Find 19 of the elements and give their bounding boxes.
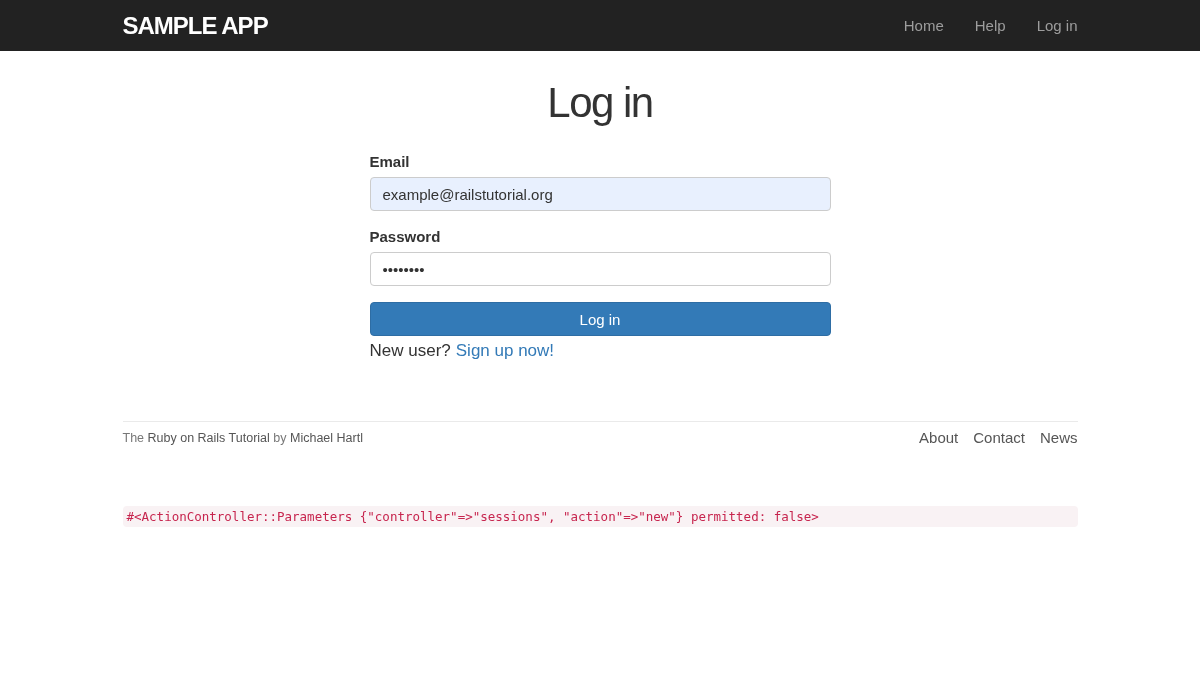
nav-link[interactable]: Home: [872, 17, 944, 34]
signup-prompt: New user?: [369, 341, 451, 361]
footer-credit: The Ruby on Rails Tutorial by Michael Hartl: [122, 431, 363, 445]
footer-nav-link[interactable]: News: [1040, 429, 1078, 446]
debug-params: #<ActionController::Parameters {"controller"=>"sessions", "action"=>"new"} permitted: false>: [122, 506, 1078, 527]
footer-nav-link[interactable]: Contact: [973, 429, 1025, 446]
brand-logo[interactable]: SAMPLE APP: [122, 11, 268, 40]
nav-link[interactable]: Help: [943, 17, 1006, 34]
signup-link[interactable]: Sign up now!: [455, 341, 555, 361]
nav-link[interactable]: Log in: [1005, 17, 1078, 34]
input-field[interactable]: ••••••••: [369, 252, 831, 286]
footer-link[interactable]: Michael Hartl: [290, 431, 363, 445]
footer-nav-link[interactable]: About: [919, 429, 959, 446]
input-field[interactable]: example@railstutorial.org: [369, 177, 831, 211]
field-label: Email: [369, 153, 411, 170]
field-label: Password: [369, 228, 442, 245]
footer-link[interactable]: Ruby on Rails Tutorial: [147, 431, 270, 445]
page-title: Log in: [546, 79, 654, 127]
login-button[interactable]: Log in: [369, 302, 831, 336]
